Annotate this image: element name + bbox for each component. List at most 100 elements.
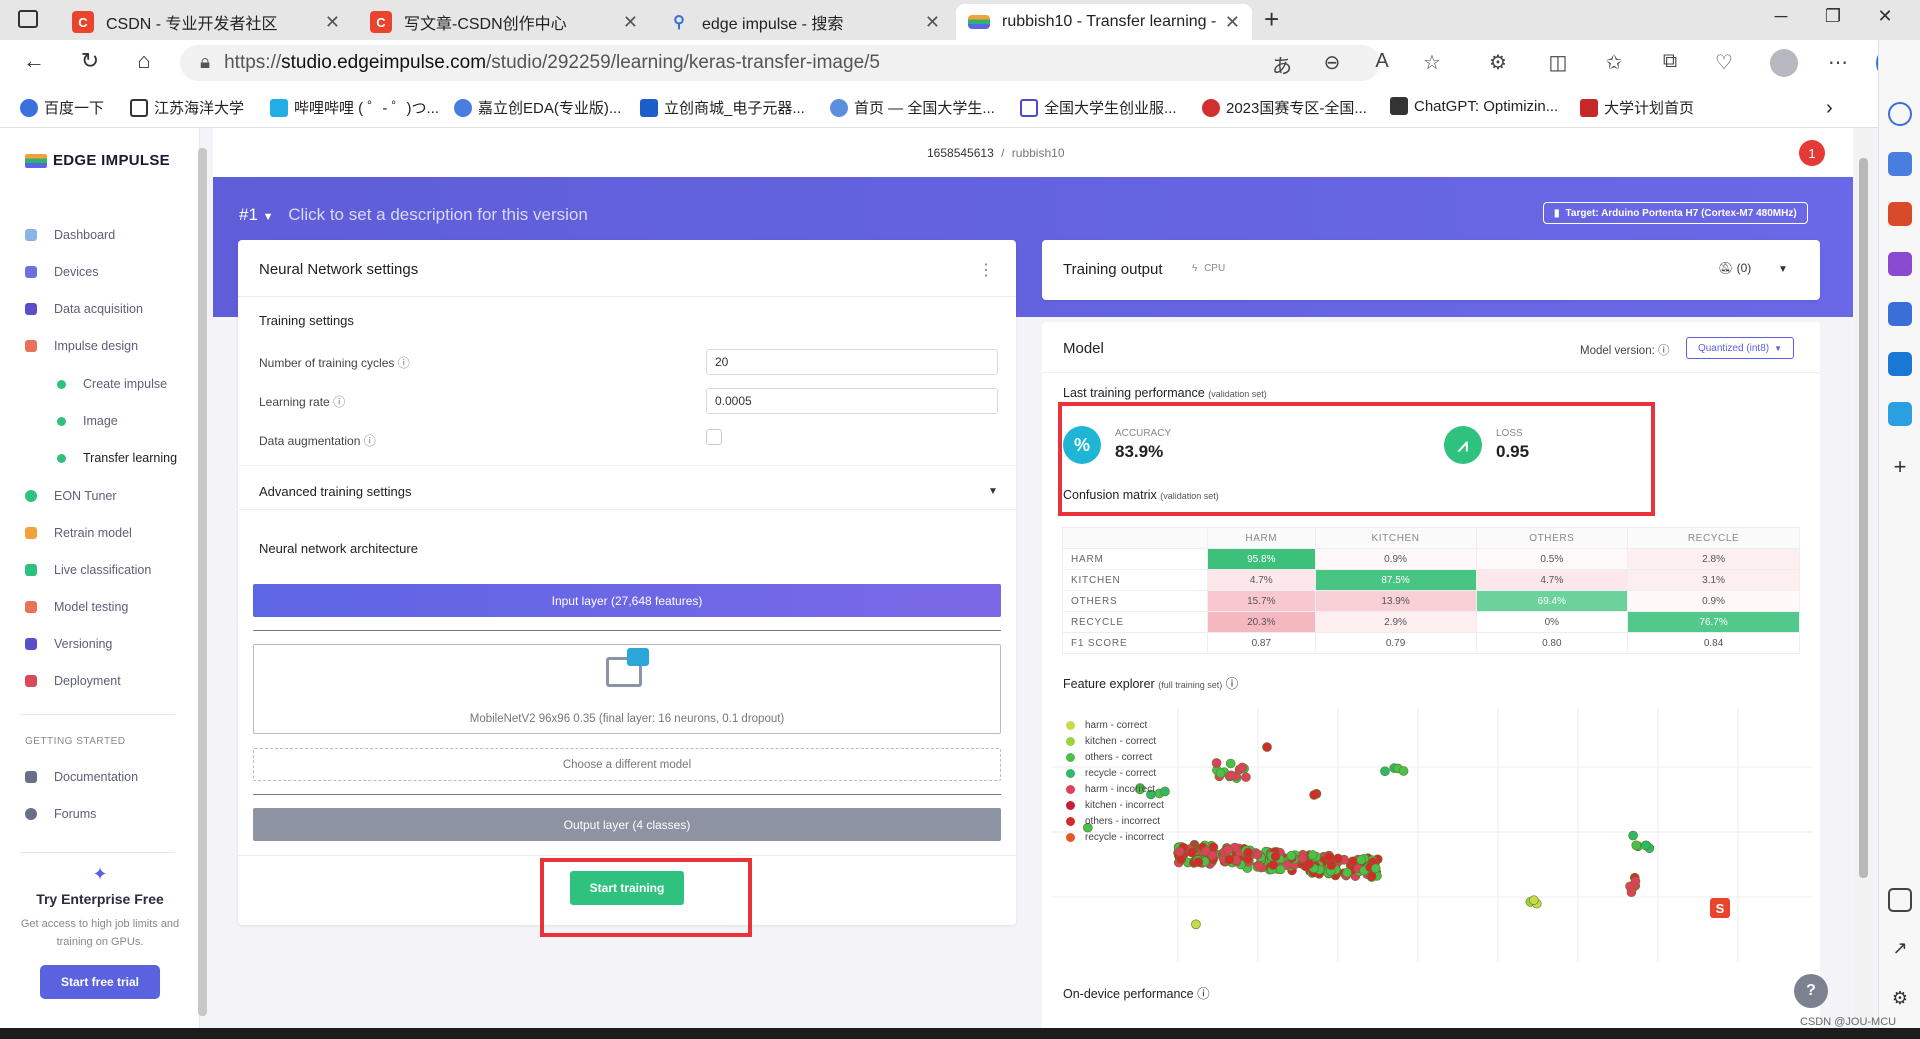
more-icon[interactable]: ⋯ [1824,50,1852,75]
sidebar-item-forums[interactable]: Forums [25,807,96,821]
address-input[interactable]: 🔒︎ https://studio.edgeimpulse.com/studio… [180,45,1380,81]
kebab-menu-icon[interactable]: ⋮ [978,260,994,280]
input-layer[interactable]: Input layer (27,648 features) [253,584,1001,617]
notification-toggle[interactable]: 🔕︎ (0) [1718,261,1751,275]
bookmark-item[interactable]: ChatGPT: Optimizin... [1390,97,1558,115]
help-circle-icon[interactable]: ⓘ [333,395,345,409]
shopping-icon[interactable] [1888,152,1912,176]
legend-item[interactable]: others - incorrect [1066,813,1164,829]
settings-gear-icon[interactable]: ⚙ [1888,988,1912,1012]
sidebar-item-eon-tuner[interactable]: EON Tuner [25,489,117,503]
sidebar-item-transfer-learning[interactable]: Transfer learning [57,451,177,465]
sidebar-item-devices[interactable]: Devices [25,265,98,279]
tools-icon[interactable] [1888,202,1912,226]
sidebar-item-live-classification[interactable]: Live classification [25,563,151,577]
tab-actions-icon[interactable] [18,10,38,28]
help-circle-icon[interactable]: ⓘ [1226,677,1239,691]
output-layer[interactable]: Output layer (4 classes) [253,808,1001,841]
legend-item[interactable]: others - correct [1066,749,1164,765]
legend-item[interactable]: recycle - correct [1066,765,1164,781]
legend-item[interactable]: harm - correct [1066,717,1164,733]
tab-csdn-editor[interactable]: C 写文章-CSDN创作中心 ✕ [358,4,650,40]
bookmark-item[interactable]: 百度一下 [20,97,104,118]
search-icon[interactable] [1888,102,1912,126]
version-number[interactable]: #1 [239,205,258,224]
games-icon[interactable] [1888,252,1912,276]
start-free-trial-button[interactable]: Start free trial [40,965,160,999]
project-name[interactable]: rubbish10 [1012,146,1065,160]
tab-edge-impulse[interactable]: rubbish10 - Transfer learning - Ed ✕ [956,4,1252,40]
screenshot-icon[interactable] [1888,888,1912,912]
close-icon[interactable]: ✕ [325,12,340,33]
bookmark-item[interactable]: 立创商城_电子元器... [640,97,805,118]
bookmark-item[interactable]: 全国大学生创业服... [1020,97,1177,118]
chevron-right-icon[interactable]: › [1826,97,1833,120]
legend-item[interactable]: recycle - incorrect [1066,829,1164,845]
legend-item[interactable]: kitchen - incorrect [1066,797,1164,813]
zoom-icon[interactable]: ⊖ [1318,50,1346,75]
scrollbar-thumb[interactable] [1859,158,1868,878]
add-icon[interactable]: + [1888,454,1912,479]
favorites-icon[interactable]: ✩ [1600,50,1628,75]
read-aloud-icon[interactable]: A [1368,50,1396,73]
legend-item[interactable]: harm - incorrect [1066,781,1164,797]
mobilenet-layer[interactable]: MobileNetV2 96x96 0.35 (final layer: 16 … [253,644,1001,734]
sidebar-item-versioning[interactable]: Versioning [25,637,112,651]
version-description[interactable]: Click to set a description for this vers… [288,205,588,224]
split-screen-icon[interactable]: ◫ [1544,50,1572,75]
main-scrollbar[interactable] [1855,128,1873,1018]
microsoft365-icon[interactable] [1888,302,1912,326]
bookmark-item[interactable]: 2023国赛专区-全国... [1202,97,1367,118]
help-circle-icon[interactable]: ⓘ [364,434,376,448]
csdn-extension-icon[interactable]: S [1710,898,1730,918]
project-id[interactable]: 1658545613 [927,146,994,160]
translate-icon[interactable]: あ [1268,50,1296,79]
learning-rate-input[interactable]: 0.0005 [706,388,998,414]
sidebar-item-data-acquisition[interactable]: Data acquisition [25,302,143,316]
close-icon[interactable]: ✕ [623,12,638,33]
sidebar-item-impulse-design[interactable]: Impulse design [25,339,138,353]
feature-explorer-plot[interactable] [1052,707,1812,962]
tab-bing-search[interactable]: ⚲ edge impulse - 搜索 ✕ [656,4,952,40]
caret-down-icon[interactable]: ▼ [1778,264,1788,275]
bookmark-item[interactable]: 大学计划首页 [1580,97,1694,118]
sidebar-item-documentation[interactable]: Documentation [25,770,138,784]
back-icon[interactable]: ← [18,48,50,74]
tab-csdn[interactable]: C CSDN - 专业开发者社区 ✕ [60,4,352,40]
sidebar-scrollbar[interactable] [198,148,207,1016]
caret-down-icon[interactable]: ▼ [988,486,998,497]
window-close-icon[interactable]: ✕ [1862,6,1908,27]
collections-icon[interactable]: ⧉ [1656,50,1684,73]
sidebar-item-deployment[interactable]: Deployment [25,674,121,688]
data-augmentation-checkbox[interactable] [706,429,722,445]
sidebar-item-create-impulse[interactable]: Create impulse [57,377,167,391]
choose-model-button[interactable]: Choose a different model [253,748,1001,781]
close-icon[interactable]: ✕ [925,12,940,33]
minimize-icon[interactable]: ─ [1758,6,1804,27]
performance-icon[interactable]: ♡ [1710,50,1738,75]
sidebar-item-image[interactable]: Image [57,414,118,428]
new-tab-button[interactable]: + [1264,4,1279,35]
model-version-select[interactable]: Quantized (int8) ▼ [1686,337,1794,359]
refresh-icon[interactable]: ↻ [74,48,106,74]
legend-item[interactable]: kitchen - correct [1066,733,1164,749]
bookmark-item[interactable]: 江苏海洋大学 [130,97,244,118]
outlook-icon[interactable] [1888,352,1912,376]
advanced-training-settings-toggle[interactable]: Advanced training settings [259,484,411,499]
help-circle-icon[interactable]: ⓘ [398,356,410,370]
edge-impulse-logo[interactable]: EDGE IMPULSE [25,152,170,169]
bookmark-item[interactable]: 首页 — 全国大学生... [830,97,995,118]
extensions-icon[interactable]: ⚙ [1484,50,1512,75]
restore-icon[interactable]: ❐ [1810,6,1856,27]
sidebar-item-model-testing[interactable]: Model testing [25,600,128,614]
training-cycles-input[interactable]: 20 [706,349,998,375]
external-link-icon[interactable]: ↗ [1888,938,1912,962]
home-icon[interactable]: ⌂ [128,48,160,74]
bookmark-item[interactable]: 哔哩哔哩 ( ゜- ゜)つ... [270,97,439,118]
target-device-badge[interactable]: ▮ Target: Arduino Portenta H7 (Cortex-M7… [1543,202,1808,224]
caret-down-icon[interactable]: ▼ [263,211,274,223]
send-icon[interactable] [1888,402,1912,426]
close-icon[interactable]: ✕ [1225,12,1240,33]
help-circle-icon[interactable]: ⓘ [1197,987,1210,1001]
sidebar-item-retrain-model[interactable]: Retrain model [25,526,132,540]
